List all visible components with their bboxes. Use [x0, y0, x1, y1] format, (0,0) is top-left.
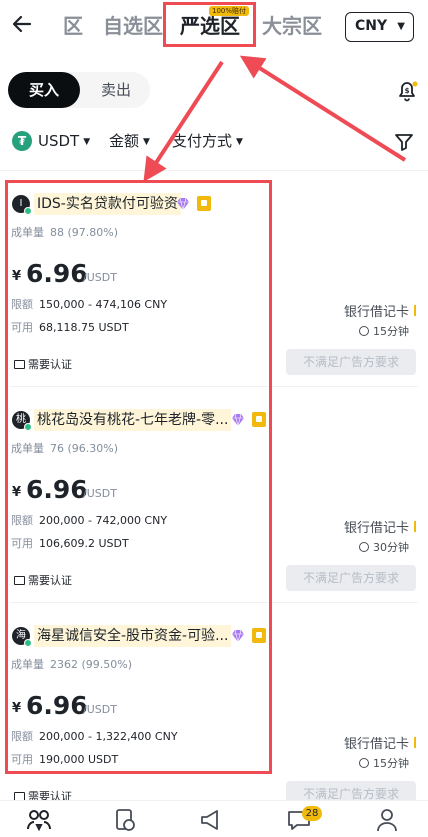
filter-bar: ₮ USDT ▼ 金额 ▼ 支付方式 ▼ [0, 124, 428, 160]
payment-time: 15分钟 [359, 755, 409, 771]
back-arrow-icon[interactable] [10, 12, 38, 40]
bottom-nav [0, 800, 428, 837]
tab-favorites[interactable]: 自选区 [103, 12, 163, 40]
requirements-not-met-button[interactable]: 不满足广告方要求 [286, 565, 416, 591]
buy-sell-toggle: 买入 卖出 [8, 72, 150, 108]
currency-selector[interactable]: CNY ▼ [345, 12, 414, 42]
tab-partial[interactable]: 区 [63, 12, 83, 40]
currency-label: CNY [355, 18, 388, 34]
clock-icon [359, 758, 369, 768]
buy-tab[interactable]: 买入 [8, 72, 80, 108]
caret-down-icon: ▼ [236, 137, 243, 147]
asset-filter[interactable]: USDT ▼ [38, 130, 90, 153]
payment-filter-label: 支付方式 [172, 132, 233, 150]
highlight-box-tab [163, 2, 256, 47]
p2p-users-icon[interactable] [26, 807, 52, 833]
megaphone-icon[interactable] [198, 807, 224, 833]
clock-icon [359, 326, 369, 336]
tether-icon: ₮ [12, 131, 32, 151]
amount-filter-label: 金额 [109, 132, 140, 150]
payment-method: 银行借记卡 [344, 517, 417, 536]
orders-icon[interactable] [112, 807, 138, 833]
sell-tab[interactable]: 卖出 [92, 72, 140, 108]
profile-icon[interactable] [374, 807, 400, 833]
asset-filter-label: USDT [38, 132, 80, 150]
notification-bell-icon[interactable]: $ [394, 78, 420, 104]
clock-icon [359, 542, 369, 552]
payment-time: 30分钟 [359, 539, 409, 555]
svg-text:$: $ [405, 87, 410, 95]
payment-time: 15分钟 [359, 323, 409, 339]
tab-bulk[interactable]: 大宗区 [262, 12, 322, 40]
caret-down-icon: ▼ [83, 137, 91, 147]
payment-filter[interactable]: 支付方式 ▼ [172, 130, 243, 153]
highlight-box-list [5, 180, 272, 774]
chat-unread-badge: 28 [302, 806, 322, 821]
amount-filter[interactable]: 金额 ▼ [109, 130, 150, 153]
requirements-not-met-button[interactable]: 不满足广告方要求 [286, 349, 416, 375]
payment-method: 银行借记卡 [344, 733, 417, 752]
filter-funnel-icon[interactable] [394, 132, 414, 152]
payment-method: 银行借记卡 [344, 301, 417, 320]
caret-down-icon: ▼ [397, 21, 405, 32]
caret-down-icon: ▼ [143, 137, 150, 147]
